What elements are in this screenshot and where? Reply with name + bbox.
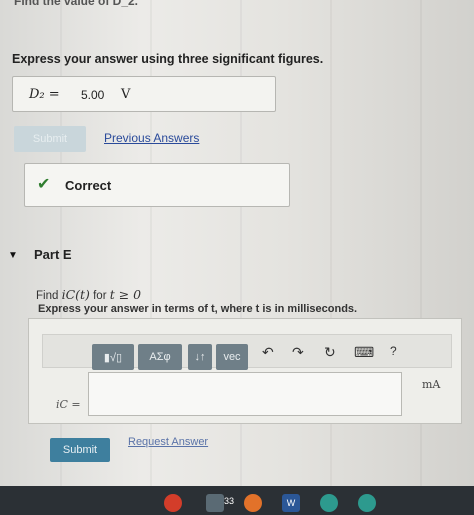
- template-button[interactable]: ▮√▯: [92, 344, 134, 370]
- submit-button-disabled[interactable]: Submit: [14, 126, 86, 152]
- question-prefix: Find: [36, 290, 62, 302]
- correct-label: Correct: [65, 178, 112, 193]
- keyboard-icon[interactable]: ⌨: [354, 344, 374, 361]
- question-condition: t ≥ 0: [109, 287, 142, 302]
- correct-feedback: ✔ Correct: [24, 163, 290, 207]
- greek-symbols-button[interactable]: ΑΣφ: [138, 344, 182, 370]
- submit-button[interactable]: Submit: [50, 438, 110, 462]
- unit-label: mA: [422, 378, 441, 391]
- input-label: iC =: [56, 398, 81, 411]
- instruction-text: Express your answer using three signific…: [12, 52, 324, 66]
- graduation-cap-icon[interactable]: [206, 494, 224, 512]
- collapse-arrow-icon[interactable]: ▼: [8, 250, 18, 261]
- taskbar-badge: 33: [224, 496, 235, 506]
- redo-icon[interactable]: ↷: [292, 344, 304, 361]
- answer-display: D₂ = 5.00 V: [12, 76, 276, 112]
- answer-variable: D₂ =: [29, 87, 60, 102]
- answer-value: 5.00: [81, 88, 105, 102]
- answer-input[interactable]: [88, 372, 402, 416]
- subscript-superscript-button[interactable]: ↓↑: [188, 344, 212, 370]
- vector-button[interactable]: vec: [216, 344, 248, 370]
- answer-unit: V: [121, 87, 131, 102]
- cutoff-heading: Find the value of D_2.: [14, 0, 139, 8]
- help-icon[interactable]: ?: [390, 344, 397, 358]
- question-for: for: [89, 290, 110, 302]
- word-icon[interactable]: W: [282, 494, 300, 512]
- question-expr: iC(t): [61, 287, 90, 302]
- question-text: Find iC(t) for t ≥ 0: [36, 287, 141, 302]
- undo-icon[interactable]: ↶: [262, 344, 274, 361]
- reset-icon[interactable]: ↻: [324, 344, 336, 361]
- app-icon[interactable]: [320, 494, 338, 512]
- part-title: Part E: [34, 247, 72, 262]
- previous-answers-link[interactable]: Previous Answers: [104, 131, 199, 145]
- app-icon-2[interactable]: [358, 494, 376, 512]
- question-instruction: Express your answer in terms of t, where…: [38, 303, 358, 315]
- firefox-icon[interactable]: [244, 494, 262, 512]
- chrome-icon[interactable]: [164, 494, 182, 512]
- taskbar: [0, 486, 474, 515]
- checkmark-icon: ✔: [37, 176, 51, 193]
- request-answer-link[interactable]: Request Answer: [128, 436, 208, 448]
